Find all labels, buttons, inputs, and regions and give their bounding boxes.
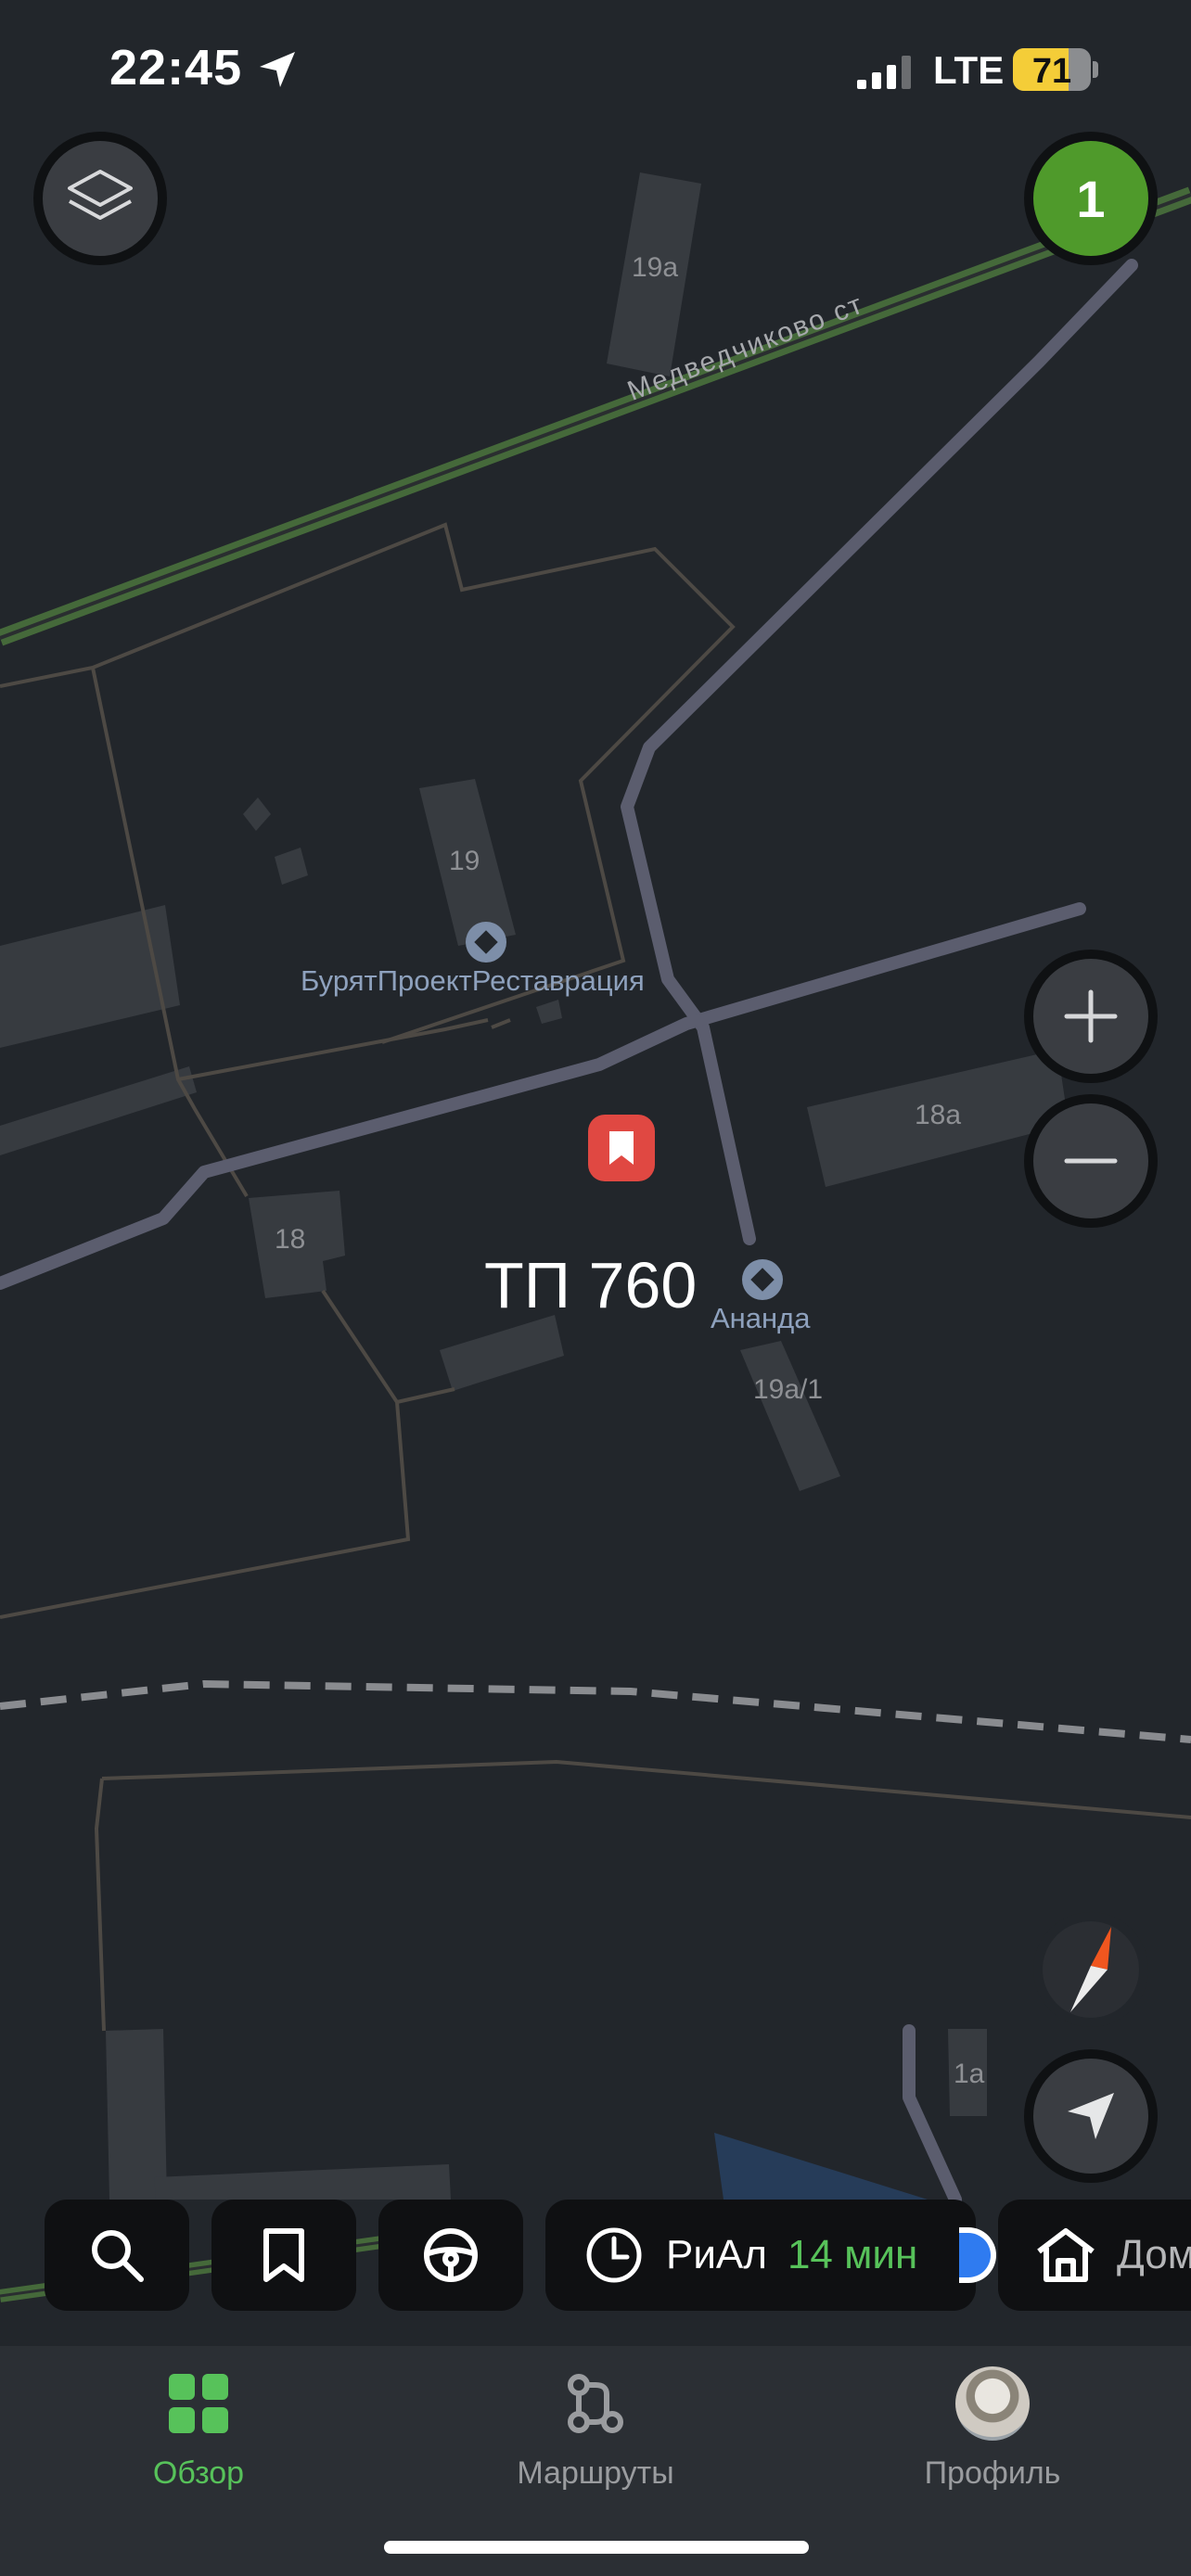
building-label: 18 bbox=[275, 1224, 306, 1255]
destination-eta: 14 мин bbox=[787, 2232, 918, 2277]
routes-icon bbox=[568, 2374, 623, 2433]
search-button[interactable] bbox=[45, 2200, 189, 2311]
home-icon bbox=[1037, 2228, 1095, 2282]
steering-wheel-icon bbox=[424, 2228, 478, 2282]
battery-icon: 71 bbox=[1013, 48, 1091, 91]
recent-route-chip[interactable]: РиАл 14 мин bbox=[545, 2200, 976, 2311]
home-indicator bbox=[384, 2541, 809, 2554]
tab-label: Обзор bbox=[152, 2455, 245, 2491]
home-label: Дом bbox=[1117, 2232, 1191, 2277]
drive-mode-button[interactable] bbox=[378, 2200, 523, 2311]
building-label: 19а bbox=[632, 252, 679, 283]
network-type: LTE bbox=[933, 48, 1005, 92]
layers-icon bbox=[68, 170, 133, 220]
bookmark-icon bbox=[609, 1131, 634, 1165]
destination-name: РиАл bbox=[666, 2232, 767, 2277]
poi-marker-burjat[interactable] bbox=[466, 922, 506, 963]
notification-badge[interactable]: 1 bbox=[1024, 132, 1158, 265]
signal-icon bbox=[857, 56, 911, 89]
tab-profile[interactable]: Профиль bbox=[794, 2346, 1191, 2531]
building-label: 1а bbox=[954, 2059, 985, 2089]
compass-icon bbox=[1070, 1927, 1111, 2012]
building-label: 19 bbox=[449, 846, 480, 876]
bookmarks-button[interactable] bbox=[211, 2200, 356, 2311]
building-label: 19а/1 bbox=[753, 1374, 824, 1405]
place-pin[interactable] bbox=[588, 1115, 655, 1181]
location-dot bbox=[959, 2227, 996, 2283]
plus-icon bbox=[1064, 989, 1118, 1043]
bookmark-icon bbox=[263, 2228, 304, 2282]
status-bar: 22:45 LTE 71 bbox=[0, 0, 1191, 139]
minus-icon bbox=[1064, 1158, 1118, 1164]
tab-label: Маршруты bbox=[517, 2455, 674, 2491]
status-time: 22:45 bbox=[109, 40, 243, 96]
zoom-in-button[interactable] bbox=[1024, 950, 1158, 1083]
poi-marker-ananda[interactable] bbox=[742, 1259, 783, 1300]
search-icon bbox=[92, 2230, 144, 2282]
avatar bbox=[955, 2366, 1030, 2441]
location-arrow-icon bbox=[260, 52, 295, 87]
poi-label[interactable]: Ананда bbox=[711, 1302, 811, 1335]
poi-label[interactable]: БурятПроектРеставрация bbox=[301, 964, 645, 998]
compass-button[interactable] bbox=[1033, 1912, 1148, 2027]
grid-icon bbox=[169, 2374, 228, 2433]
home-chip[interactable]: Дом bbox=[998, 2200, 1191, 2311]
battery-level: 71 bbox=[1031, 52, 1072, 91]
tab-label: Профиль bbox=[924, 2455, 1061, 2491]
my-location-button[interactable] bbox=[1024, 2049, 1158, 2183]
clock-icon bbox=[586, 2227, 642, 2283]
quick-actions-bar: РиАл 14 мин Дом bbox=[0, 2200, 1191, 2316]
place-title: ТП 760 bbox=[484, 1249, 698, 1321]
building-label: 18а bbox=[915, 1100, 962, 1130]
tab-routes[interactable]: Маршруты bbox=[397, 2346, 794, 2531]
zoom-out-button[interactable] bbox=[1024, 1094, 1158, 1228]
battery-cap bbox=[1093, 61, 1098, 78]
tab-overview[interactable]: Обзор bbox=[0, 2346, 397, 2531]
navigation-arrow-icon bbox=[1068, 2093, 1114, 2139]
layers-button[interactable] bbox=[33, 132, 167, 265]
